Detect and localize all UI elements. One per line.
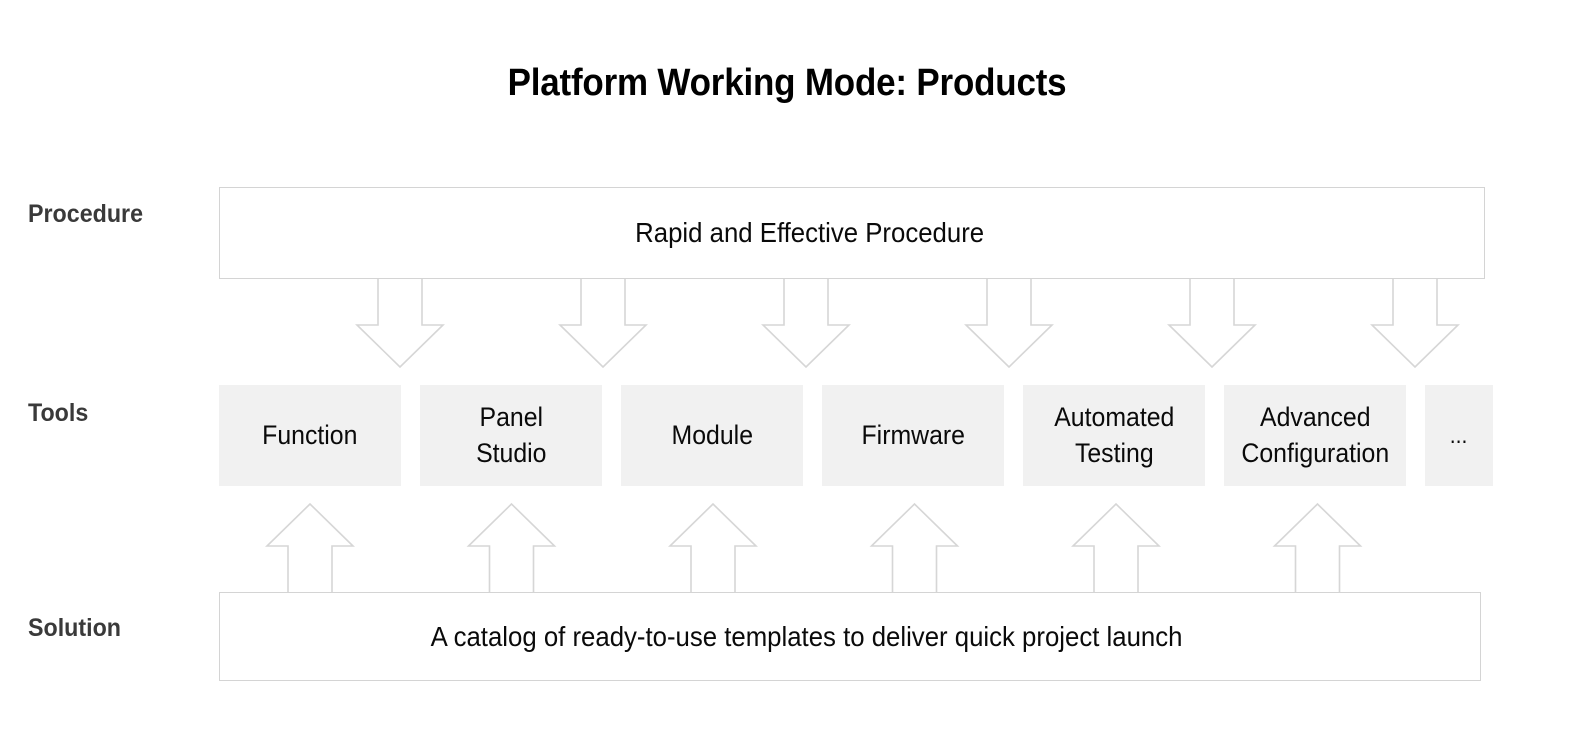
- diagram-canvas: Platform Working Mode: Products Procedur…: [0, 0, 1574, 754]
- solution-band: A catalog of ready-to-use templates to d…: [219, 592, 1481, 681]
- down-arrow: [1167, 279, 1257, 369]
- tool-box-function: Function: [219, 385, 401, 486]
- up-arrow: [265, 502, 355, 592]
- tool-label: Panel Studio: [475, 401, 547, 468]
- tool-box-automated-testing: Automated Testing: [1023, 385, 1205, 486]
- tool-box-firmware: Firmware: [822, 385, 1004, 486]
- solution-band-text: A catalog of ready-to-use templates to d…: [431, 620, 1183, 652]
- tool-box-panel-studio: Panel Studio: [420, 385, 602, 486]
- up-arrow: [1272, 502, 1363, 592]
- up-arrow-group: [265, 502, 1363, 592]
- procedure-band-text: Rapid and Effective Procedure: [635, 217, 985, 248]
- row-label-procedure: Procedure: [28, 200, 144, 228]
- tool-box-advanced-configuration: Advanced Configuration: [1224, 385, 1406, 486]
- up-arrow: [869, 502, 960, 592]
- down-arrow: [1370, 279, 1460, 369]
- down-arrow: [558, 279, 648, 369]
- up-arrow: [466, 502, 557, 592]
- tool-box-module: Module: [621, 385, 803, 486]
- tool-label: Module: [671, 419, 753, 450]
- up-arrow: [668, 502, 758, 592]
- page-title: Platform Working Mode: Products: [507, 62, 1067, 104]
- tool-box-more: ...: [1425, 385, 1493, 486]
- down-arrow: [355, 279, 445, 369]
- row-label-tools: Tools: [28, 399, 89, 427]
- tool-label: Advanced Configuration: [1241, 401, 1389, 468]
- down-arrow: [964, 279, 1054, 369]
- tool-label: Function: [262, 419, 358, 450]
- row-label-solution: Solution: [28, 614, 121, 642]
- up-arrow: [1071, 502, 1161, 592]
- tool-label: Firmware: [861, 419, 965, 450]
- down-arrow: [761, 279, 851, 369]
- procedure-band: Rapid and Effective Procedure: [219, 187, 1485, 279]
- tool-label: Automated Testing: [1053, 401, 1175, 468]
- down-arrow-group: [355, 279, 1460, 369]
- tool-label-ellipsis: ...: [1450, 422, 1468, 449]
